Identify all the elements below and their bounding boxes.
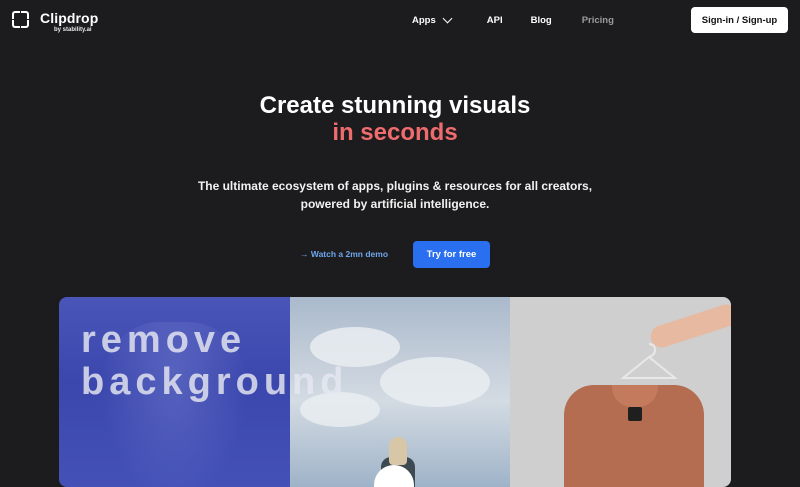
nav-pricing[interactable]: Pricing	[582, 15, 614, 26]
jacket-image	[564, 385, 704, 487]
hero-subtitle-line2: powered by artificial intelligence.	[300, 197, 490, 211]
nav-apps-label: Apps	[412, 15, 436, 26]
hero-subtitle: The ultimate ecosystem of apps, plugins …	[0, 177, 790, 213]
clipdrop-logo[interactable]: Clipdrop by stability.ai	[12, 10, 98, 34]
hero-title: Create stunning visuals in seconds	[0, 92, 790, 146]
watch-demo-link[interactable]: → Watch a 2mn demo	[300, 249, 388, 259]
showcase-overlay-text: remove background	[81, 319, 348, 403]
overlay-line1: remove	[81, 319, 247, 361]
brand-name: Clipdrop	[40, 10, 99, 26]
clipdrop-logo-icon	[12, 11, 29, 28]
try-for-free-button[interactable]: Try for free	[413, 241, 490, 268]
chevron-down-icon	[442, 13, 453, 24]
hero-title-line1: Create stunning visuals	[259, 92, 531, 119]
top-navbar: Clipdrop by stability.ai Apps API Blog P…	[0, 0, 800, 40]
hanger-icon	[620, 343, 678, 379]
overlay-line2: background	[81, 361, 349, 403]
showcase-image: remove background	[59, 297, 731, 487]
signin-button[interactable]: Sign-in / Sign-up	[691, 7, 788, 33]
main-menu: Apps API Blog Pricing	[412, 13, 614, 26]
hero-title-accent: in seconds	[332, 119, 458, 146]
nav-api[interactable]: API	[487, 15, 503, 26]
nav-blog[interactable]: Blog	[531, 15, 552, 26]
brand-byline: by stability.ai	[54, 27, 92, 33]
nav-apps[interactable]: Apps	[412, 13, 453, 26]
hero-subtitle-line1: The ultimate ecosystem of apps, plugins …	[197, 179, 593, 193]
